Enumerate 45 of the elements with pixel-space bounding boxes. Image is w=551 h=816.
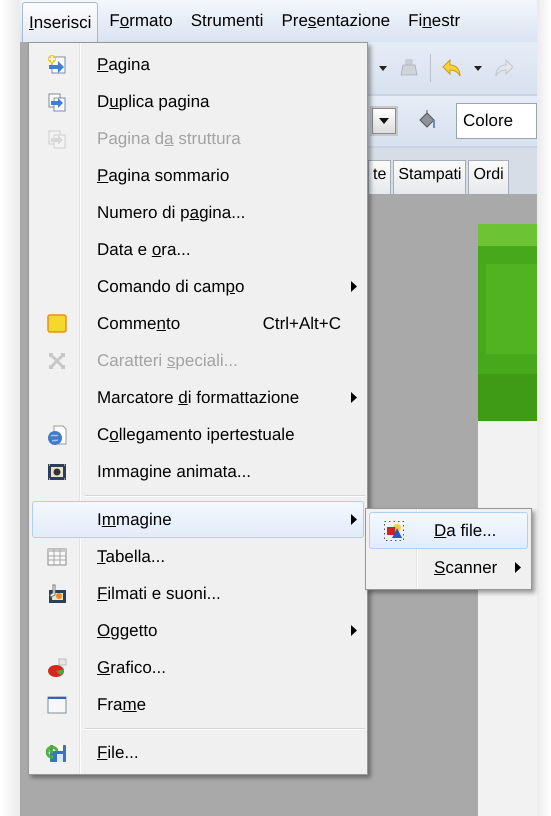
menu-item[interactable]: Marcatore di formattazione: [32, 379, 364, 416]
menu-item[interactable]: Tabella...: [32, 538, 364, 575]
menu-item[interactable]: Numero di pagina...: [32, 194, 364, 231]
image-icon: [383, 520, 405, 542]
caret-icon: [473, 64, 483, 72]
menu-title[interactable]: Inserisci: [22, 2, 98, 44]
page-layout-icon: [46, 128, 68, 150]
sheet-tab[interactable]: te: [368, 160, 392, 194]
menu-item[interactable]: Comando di campo: [32, 268, 364, 305]
menu-item[interactable]: Collegamento ipertestuale: [32, 416, 364, 453]
menu-item[interactable]: Oggetto: [32, 612, 364, 649]
menu-title[interactable]: Finestr: [401, 2, 468, 40]
note-icon: [46, 312, 68, 334]
menu-item[interactable]: Duplica pagina: [32, 83, 364, 120]
chart-icon: [46, 656, 68, 678]
menu-item[interactable]: Pagina: [32, 46, 364, 83]
page-add-icon: [46, 54, 68, 76]
menu-title[interactable]: Presentazione: [274, 2, 398, 40]
window-icon: [46, 694, 68, 716]
menu-item[interactable]: Da file...: [369, 512, 528, 549]
duplicate-page-icon: [46, 90, 68, 112]
sheet-tab[interactable]: Stampati: [393, 160, 466, 194]
menu-item[interactable]: Filmati e suoni...: [32, 575, 364, 612]
menu-item[interactable]: Frame: [32, 686, 364, 723]
menu-item[interactable]: Immagine animata...: [32, 453, 364, 490]
table-icon: [46, 546, 68, 568]
dropdown-button[interactable]: [372, 108, 396, 134]
caret-icon: [378, 64, 388, 72]
globe-document-icon: [46, 424, 68, 446]
menu-item[interactable]: Scanner: [369, 549, 528, 586]
menu-title[interactable]: Strumenti: [184, 2, 270, 40]
menu-title[interactable]: Formato: [102, 2, 180, 40]
menu-item[interactable]: Immagine: [32, 501, 364, 538]
film-sound-icon: [46, 582, 68, 604]
color-field[interactable]: Colore: [456, 103, 537, 139]
sheet-tab[interactable]: Ordi: [468, 160, 509, 194]
menu-item[interactable]: Data e ora...: [32, 231, 364, 268]
caret-icon: [378, 117, 390, 125]
redo-icon: [493, 57, 515, 79]
slide-thumbnail[interactable]: [478, 224, 537, 421]
undo-icon: [441, 57, 463, 79]
menu-item[interactable]: Commento Ctrl+Alt+C: [32, 305, 364, 342]
menu-item[interactable]: Grafico...: [32, 649, 364, 686]
menu-item[interactable]: File...: [32, 734, 364, 771]
menu-item[interactable]: Pagina sommario: [32, 157, 364, 194]
